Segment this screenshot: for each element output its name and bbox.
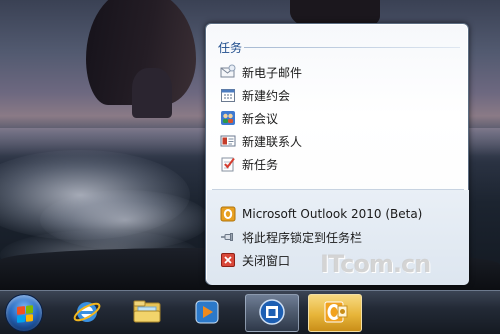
outlook-icon bbox=[220, 206, 236, 222]
close-entry-label: 关闭窗口 bbox=[242, 253, 291, 268]
taskbar-item-maxthon[interactable] bbox=[245, 294, 299, 332]
taskbar-item-outlook[interactable] bbox=[308, 294, 362, 332]
contact-card-icon bbox=[220, 133, 236, 149]
pin-entry-label: 将此程序锁定到任务栏 bbox=[242, 230, 363, 245]
windows-logo-icon bbox=[17, 305, 33, 323]
watermark-logo: ITcom.cn bbox=[320, 250, 431, 278]
open-outlook-entry[interactable]: Microsoft Outlook 2010 (Beta) bbox=[220, 204, 460, 224]
task-new-contact[interactable]: 新建联系人 bbox=[220, 131, 460, 151]
task-label: 新会议 bbox=[242, 111, 279, 126]
task-label: 新任务 bbox=[242, 157, 279, 172]
close-window-icon bbox=[220, 252, 236, 268]
app-window-icon bbox=[258, 298, 286, 329]
task-new-task[interactable]: 新任务 bbox=[220, 154, 460, 174]
new-email-icon bbox=[220, 64, 236, 80]
task-label: 新建联系人 bbox=[242, 134, 303, 149]
folder-icon bbox=[131, 297, 163, 330]
pin-to-taskbar-entry[interactable]: 将此程序锁定到任务栏 bbox=[220, 227, 460, 247]
task-label: 新建约会 bbox=[242, 88, 291, 103]
pin-icon bbox=[220, 229, 236, 245]
wallpaper-rock-arch bbox=[86, 0, 196, 118]
media-player-icon bbox=[192, 297, 222, 330]
taskbar bbox=[0, 290, 500, 334]
task-new-appointment[interactable]: 新建约会 bbox=[220, 85, 460, 105]
outlook-icon bbox=[320, 297, 350, 330]
task-new-email[interactable]: 新电子邮件 bbox=[220, 62, 460, 82]
outlook-jump-list: 任务 新电子邮件 新建约会 新会议 新建联系人 新任务 Microsoft Ou… bbox=[205, 23, 469, 285]
section-divider bbox=[244, 47, 460, 48]
app-entry-label: Microsoft Outlook 2010 (Beta) bbox=[242, 207, 423, 221]
task-label: 新电子邮件 bbox=[242, 65, 303, 80]
task-new-meeting[interactable]: 新会议 bbox=[220, 108, 460, 128]
task-icon bbox=[220, 156, 236, 172]
tasks-section-title: 任务 bbox=[218, 41, 243, 55]
calendar-icon bbox=[220, 87, 236, 103]
taskbar-item-windows-explorer[interactable] bbox=[120, 294, 174, 332]
taskbar-item-internet-explorer[interactable] bbox=[60, 294, 114, 332]
start-button[interactable] bbox=[5, 294, 43, 332]
ie-icon bbox=[72, 297, 102, 330]
taskbar-item-media-player[interactable] bbox=[180, 294, 234, 332]
meeting-icon bbox=[220, 110, 236, 126]
